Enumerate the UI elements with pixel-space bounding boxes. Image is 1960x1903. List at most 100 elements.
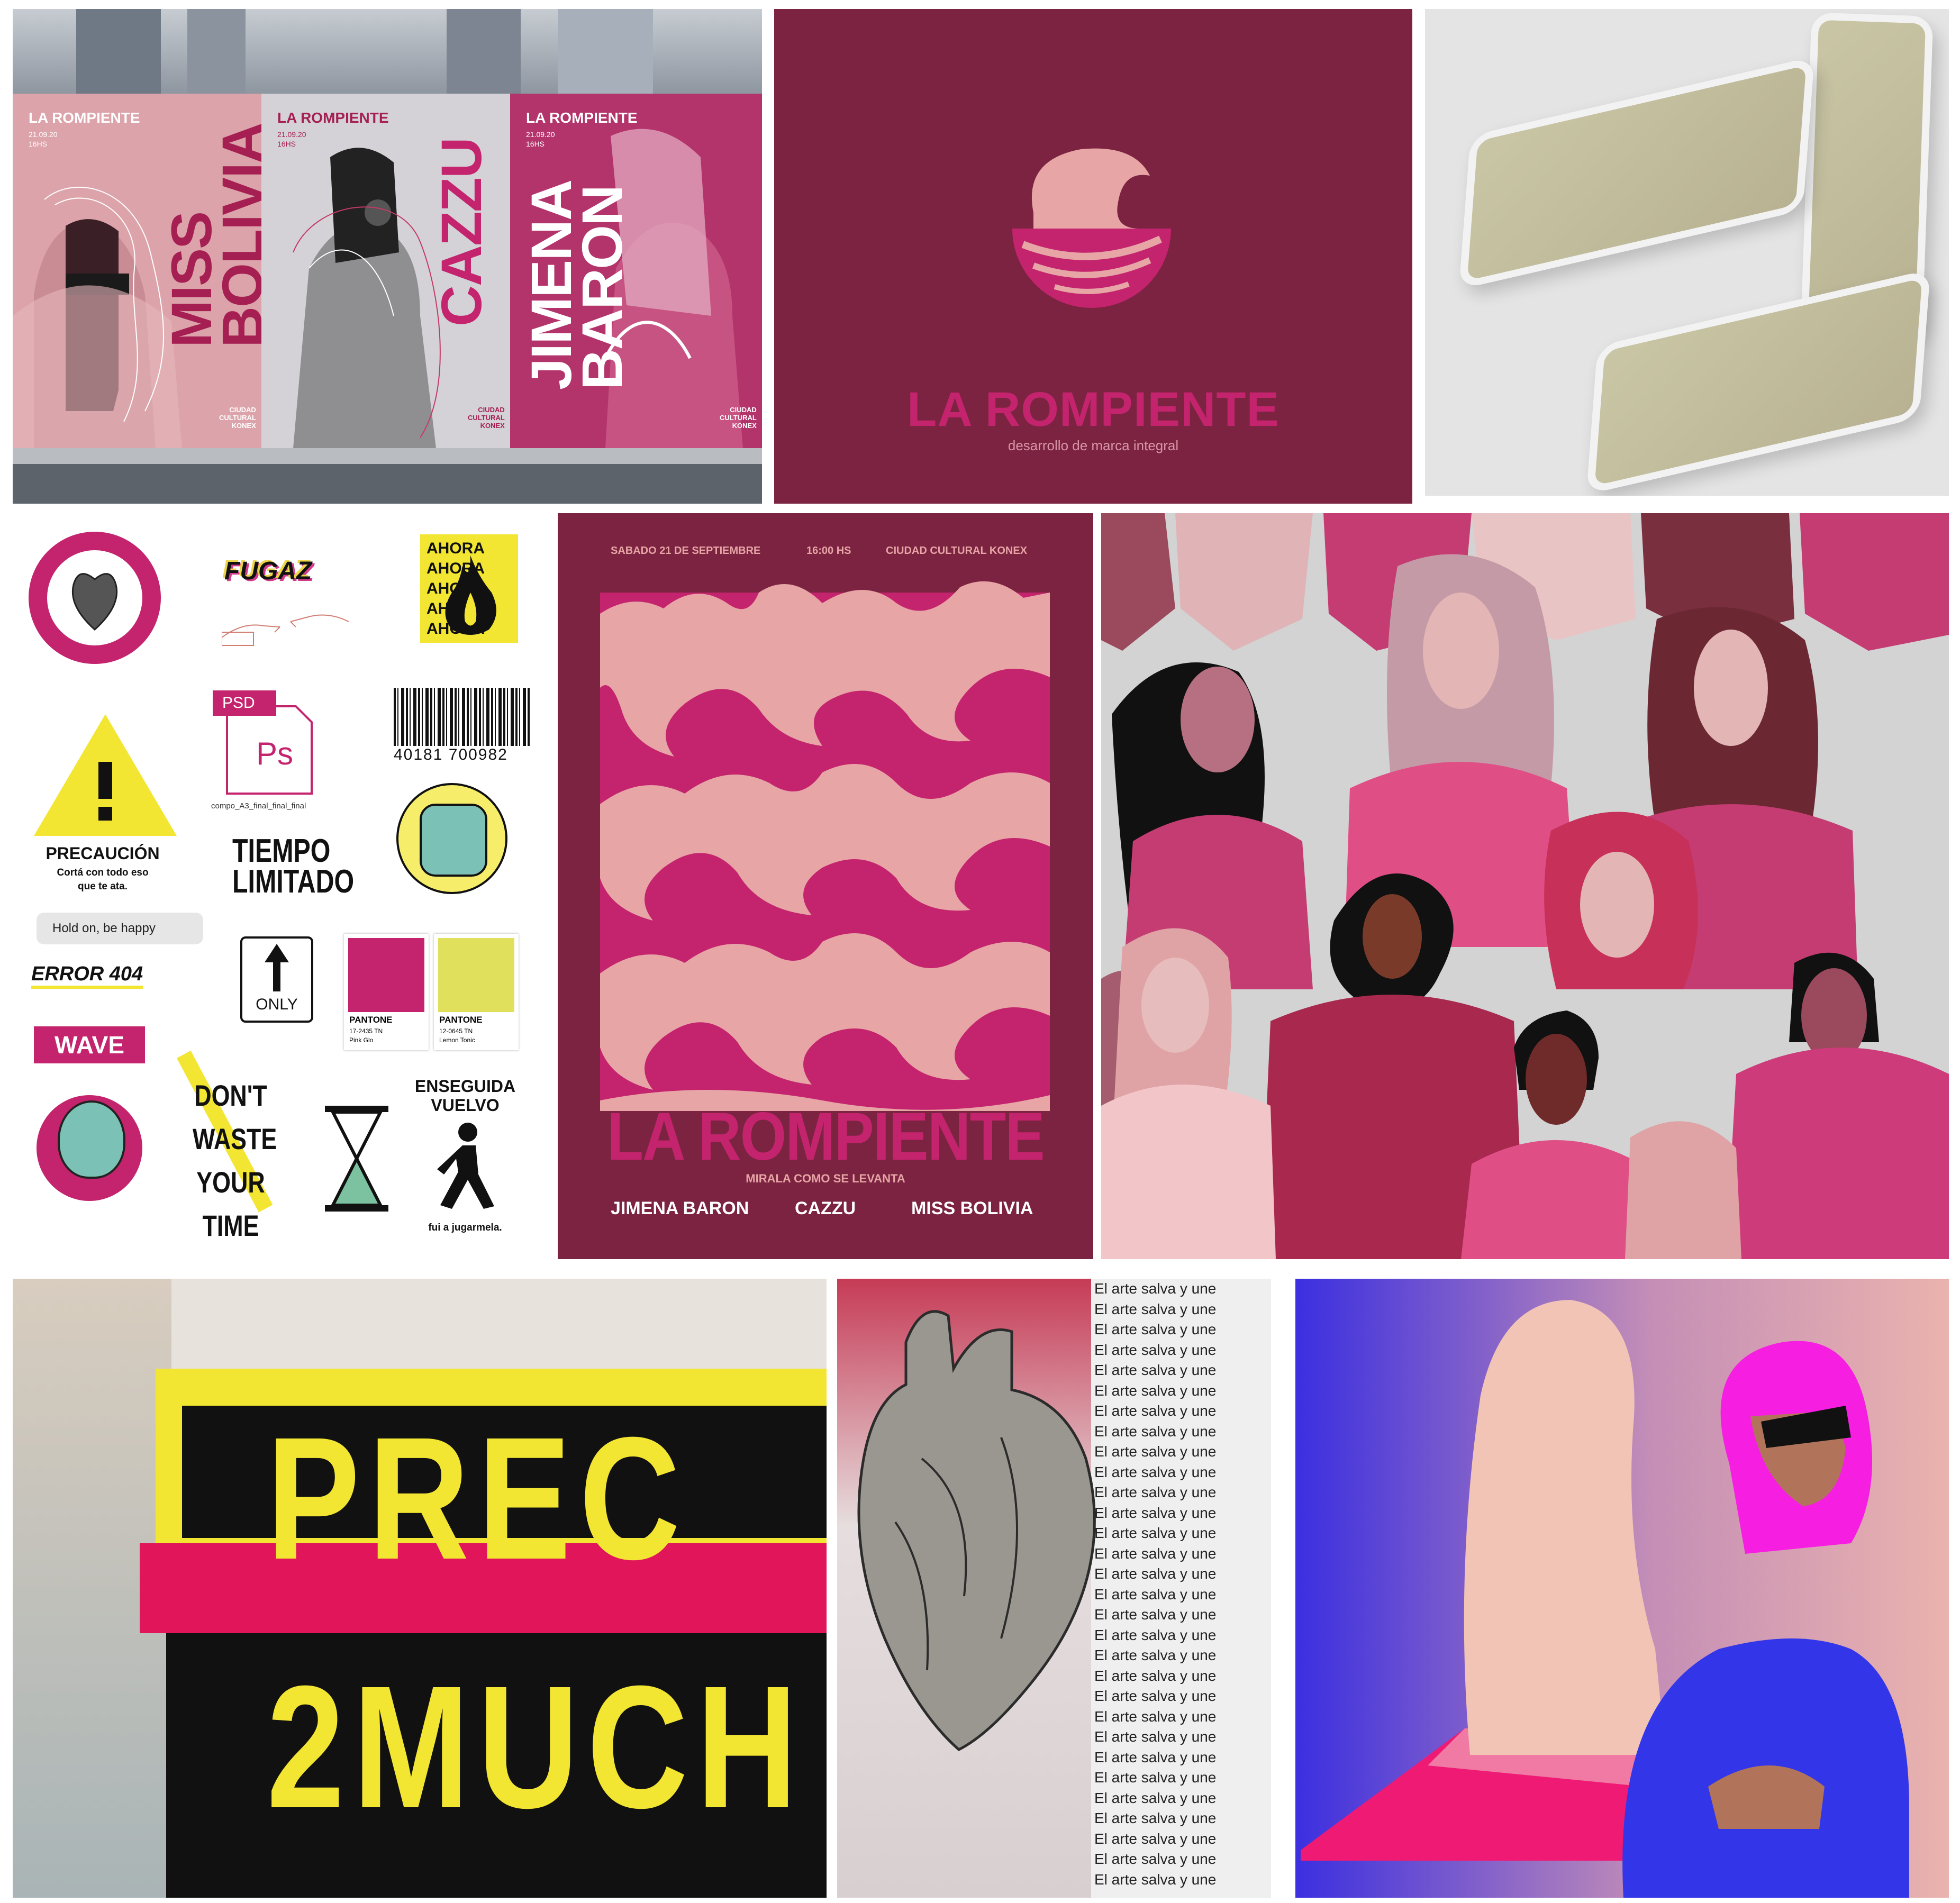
repeated-text-column: El arte salva y une El arte salva y une … bbox=[1091, 1279, 1271, 1898]
artist-3: MISS BOLIVIA bbox=[911, 1198, 1033, 1218]
repeated-phrase: El arte salva y une bbox=[1094, 1300, 1217, 1317]
repeated-phrase: El arte salva y une bbox=[1094, 1688, 1217, 1704]
psd-tag: PSD bbox=[213, 690, 276, 716]
street bbox=[13, 464, 762, 504]
pantone-name: Lemon Tonic bbox=[439, 1036, 475, 1044]
venue-line: CULTURAL bbox=[219, 414, 256, 422]
poster-brand: LA ROMPIENTE bbox=[277, 110, 389, 126]
poster-venue: CIUDAD CULTURAL KONEX bbox=[720, 406, 757, 430]
poster-date: SABADO 21 DE SEPTIEMBRE bbox=[611, 545, 761, 557]
phone bbox=[1458, 56, 1815, 290]
building bbox=[187, 9, 246, 94]
chat-bubble: Hold on, be happy bbox=[37, 913, 203, 944]
repeated-phrase: El arte salva y une bbox=[1094, 1362, 1217, 1378]
poster-name-line2: BOLIVIA bbox=[210, 123, 274, 348]
repeated-phrase: El arte salva y une bbox=[1094, 1545, 1217, 1562]
sticker-sheet: FUGAZ AHORA AHORA AHORA AHORA AHORA PREC… bbox=[13, 513, 552, 1259]
poster-artist-name: MISS BOLIVIA bbox=[159, 123, 274, 348]
fugaz-sticker: FUGAZ bbox=[224, 557, 312, 585]
pantone-swatch bbox=[348, 938, 424, 1012]
woman-with-sunglasses bbox=[1301, 1300, 1909, 1898]
repeated-phrase: El arte salva y une bbox=[1094, 1708, 1217, 1725]
one-way-sign: ONLY bbox=[240, 936, 313, 1023]
precaucion-line: que te ata. bbox=[78, 881, 128, 892]
repeated-phrase: El arte salva y une bbox=[1094, 1341, 1217, 1358]
repeated-phrase: El arte salva y une bbox=[1094, 1830, 1217, 1847]
repeated-phrase: El arte salva y une bbox=[1094, 1382, 1217, 1399]
precaucion-subtitle: Cortá con todo eso que te ata. bbox=[23, 866, 182, 894]
poster-date-block: 21.09.20 16HS bbox=[277, 130, 306, 149]
walking-person-icon bbox=[437, 1123, 494, 1209]
poster-name-line1: CAZZU bbox=[429, 138, 493, 326]
phone-screen bbox=[1594, 278, 1922, 486]
precaucion-line: Cortá con todo eso bbox=[57, 867, 149, 878]
venue-line: CULTURAL bbox=[468, 414, 505, 422]
repeated-phrase: El arte salva y une bbox=[1094, 1667, 1217, 1684]
dont-waste-line: YOUR bbox=[196, 1166, 265, 1199]
phone bbox=[1586, 269, 1931, 495]
up-arrow-icon bbox=[265, 944, 289, 991]
artist-2: CAZZU bbox=[795, 1198, 856, 1218]
poster-brand: LA ROMPIENTE bbox=[526, 110, 638, 126]
venue-line: KONEX bbox=[231, 422, 256, 430]
pantone-label: PANTONE bbox=[439, 1015, 483, 1025]
barcode-number: 40181 700982 bbox=[394, 746, 508, 763]
creation-hands-icon bbox=[222, 614, 349, 646]
tiempo-line: LIMITADO bbox=[232, 863, 355, 900]
phone-screen bbox=[1467, 65, 1807, 281]
heart-collage: El arte salva y une El arte salva y une … bbox=[837, 1279, 1271, 1898]
poster-collage: PREC 2MUCH bbox=[13, 1279, 827, 1898]
repeated-phrase: El arte salva y une bbox=[1094, 1504, 1217, 1521]
venue-line: CIUDAD bbox=[730, 406, 757, 414]
repeated-phrase: El arte salva y une bbox=[1094, 1626, 1217, 1643]
poster-name-line1: MISS bbox=[159, 212, 223, 348]
wave-logo-icon bbox=[1012, 148, 1171, 308]
poster-jimena-baron: LA ROMPIENTE 21.09.20 16HS JIMENA BARON … bbox=[510, 94, 762, 448]
dont-waste-sticker: DON'T WASTE YOUR TIME bbox=[193, 1074, 277, 1248]
alien-sticker bbox=[37, 1095, 142, 1201]
dont-waste-line: DON'T bbox=[194, 1079, 267, 1112]
heart-sticker bbox=[29, 532, 161, 664]
poster-tagline: MIRALA COMO SE LEVANTA bbox=[746, 1172, 905, 1185]
women-illustration bbox=[1101, 513, 1949, 1259]
poster-date-block: 21.09.20 16HS bbox=[29, 130, 58, 149]
poster-artist-name: CAZZU bbox=[429, 138, 493, 326]
poster-date: 21.09.20 bbox=[277, 130, 306, 139]
repeated-phrase: El arte salva y une bbox=[1094, 1321, 1217, 1337]
pantone-chip-yellow: PANTONE 12-0645 TN Lemon Tonic bbox=[434, 934, 519, 1050]
brand-title: LA ROMPIENTE bbox=[907, 383, 1280, 436]
repeated-phrase: El arte salva y une bbox=[1094, 1789, 1217, 1806]
wave-sticker: WAVE bbox=[34, 1026, 145, 1063]
venue-line: KONEX bbox=[732, 422, 757, 430]
fire-icon bbox=[445, 556, 496, 635]
repeated-phrase: El arte salva y une bbox=[1094, 1280, 1217, 1297]
poster-title: LA ROMPIENTE bbox=[607, 1099, 1045, 1174]
enseguida-line: ENSEGUIDA bbox=[414, 1077, 516, 1096]
pantone-code: 12-0645 TN bbox=[439, 1027, 473, 1035]
error-404-sticker: ERROR 404 bbox=[31, 963, 143, 989]
repeated-phrase: El arte salva y une bbox=[1094, 1871, 1217, 1888]
anatomical-heart-icon bbox=[71, 573, 118, 631]
sidewalk bbox=[13, 448, 762, 464]
only-label: ONLY bbox=[256, 996, 298, 1013]
poster-time: 16HS bbox=[277, 140, 296, 148]
poster-date: 21.09.20 bbox=[29, 130, 58, 139]
building bbox=[558, 9, 653, 94]
venue-line: CIUDAD bbox=[229, 406, 256, 414]
repeated-phrase: El arte salva y une bbox=[1094, 1749, 1217, 1765]
enseguida-sticker: ENSEGUIDA VUELVO bbox=[402, 1077, 529, 1115]
poster-venue: CIUDAD CULTURAL KONEX bbox=[219, 406, 256, 430]
brand-logo-panel: LA ROMPIENTE desarrollo de marca integra… bbox=[774, 9, 1412, 504]
repeated-phrase: El arte salva y une bbox=[1094, 1606, 1217, 1623]
building bbox=[76, 9, 161, 94]
robot-icon bbox=[420, 804, 487, 877]
artist-1: JIMENA BARON bbox=[611, 1198, 749, 1218]
anatomical-heart-icon bbox=[857, 1310, 1096, 1751]
repeated-phrase: El arte salva y une bbox=[1094, 1443, 1217, 1460]
poster-time: 16HS bbox=[29, 140, 48, 148]
building bbox=[447, 9, 521, 94]
repeated-phrase: El arte salva y une bbox=[1094, 1647, 1217, 1663]
great-wave-illustration bbox=[600, 581, 1050, 1111]
collage-line-1: PREC bbox=[267, 1400, 689, 1596]
crowd-of-women bbox=[1101, 513, 1949, 1259]
